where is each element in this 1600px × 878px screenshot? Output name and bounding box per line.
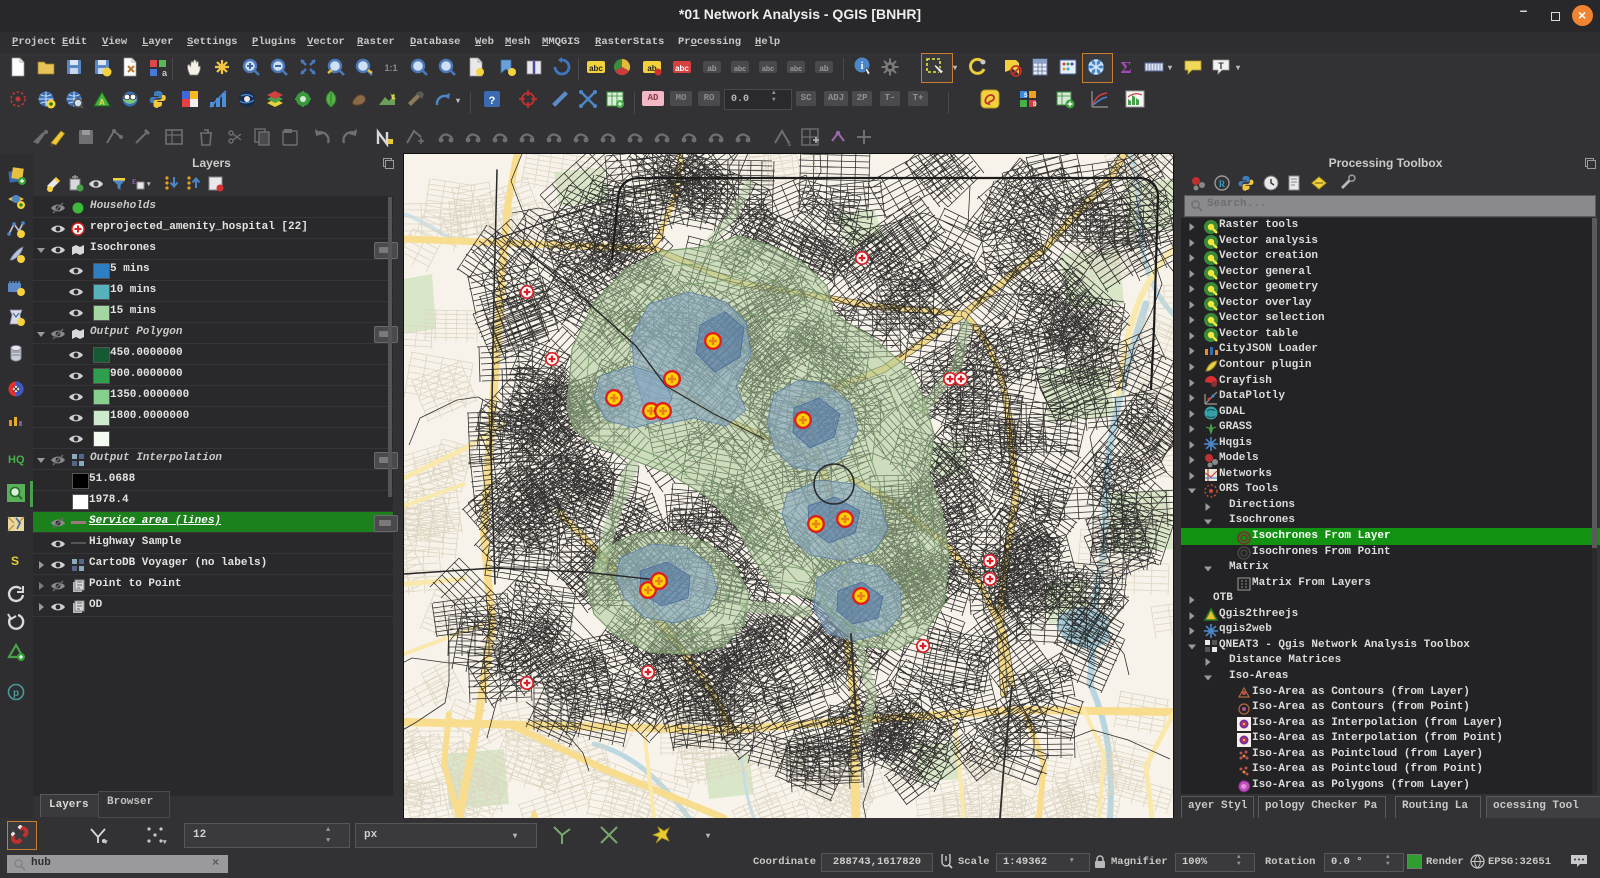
svg-text:Σ: Σ xyxy=(1120,58,1131,77)
svg-text:ab: ab xyxy=(819,64,828,73)
svg-text:?: ? xyxy=(489,95,496,107)
svg-text:p: p xyxy=(13,688,19,699)
svg-text:abc: abc xyxy=(734,66,746,73)
svg-text:HQ: HQ xyxy=(8,454,25,466)
svg-text:ε: ε xyxy=(132,176,137,187)
svg-text:i: i xyxy=(861,61,864,72)
svg-text:a: a xyxy=(162,68,168,77)
svg-text:D: D xyxy=(1033,101,1037,108)
svg-text:abc: abc xyxy=(589,64,603,73)
svg-text:ab: ab xyxy=(707,64,716,73)
svg-text:S: S xyxy=(1024,92,1028,99)
svg-text:s: s xyxy=(787,141,791,147)
svg-text:1:1: 1:1 xyxy=(384,63,397,73)
svg-text:abc: abc xyxy=(762,66,774,73)
svg-text:abc: abc xyxy=(790,66,802,73)
svg-text:S: S xyxy=(11,554,19,568)
svg-text:abc: abc xyxy=(675,64,689,73)
svg-text:A: A xyxy=(99,98,105,107)
svg-text:T: T xyxy=(1218,61,1224,71)
svg-text:R: R xyxy=(1219,179,1226,189)
